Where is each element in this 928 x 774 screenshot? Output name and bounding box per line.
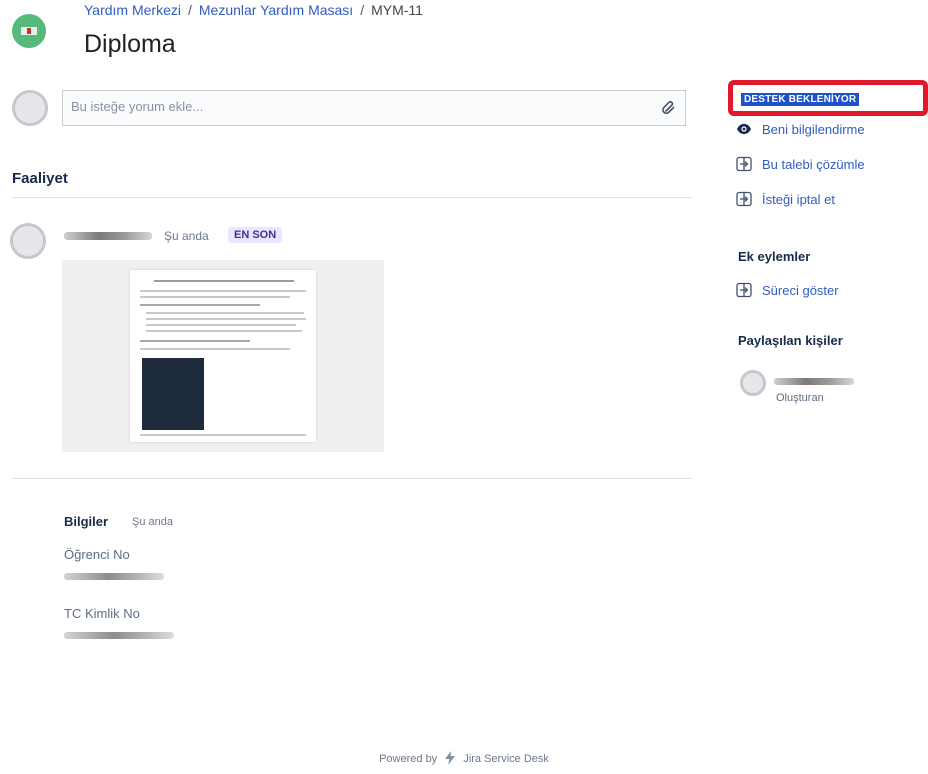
divider [12,197,692,198]
transition-icon [736,191,752,207]
info-timestamp: Şu anda [132,516,173,528]
shared-user-role: Oluşturan [776,392,824,404]
redacted-user-name [774,378,854,385]
redacted-field-value [64,573,164,580]
status-lozenge: DESTEK BEKLENİYOR [741,93,860,106]
activity-heading: Faaliyet [12,170,68,187]
action-label: Süreci göster [762,283,839,298]
powered-by-text: Powered by [379,753,438,765]
action-resolve-request[interactable]: Bu talebi çözümle [736,156,865,172]
redacted-field-value [64,632,174,639]
shared-with-heading: Paylaşılan kişiler [738,333,843,348]
transition-icon [736,156,752,172]
breadcrumb-issue-key: MYM-11 [371,2,423,18]
breadcrumb-separator: / [360,2,365,18]
jira-lightning-icon [445,751,456,765]
action-label: Beni bilgilendirme [762,122,865,137]
breadcrumb: Yardım Merkezi / Mezunlar Yardım Masası / MY… [84,2,423,18]
action-label: Bu talebi çözümle [762,157,865,172]
latest-badge: EN SON [228,227,283,243]
action-stop-notifications[interactable]: Beni bilgilendirme [736,121,865,137]
breadcrumb-help-center[interactable]: Yardım Merkezi [84,2,181,18]
flag-icon [21,27,37,35]
comment-box[interactable] [62,90,686,126]
author-avatar [10,223,46,259]
eye-icon [737,124,751,134]
comment-input[interactable] [71,99,631,114]
paperclip-icon[interactable] [661,100,677,116]
info-title: Bilgiler [64,514,109,529]
shared-user-avatar [740,370,766,396]
project-avatar[interactable] [12,14,46,48]
divider [12,478,692,479]
page-title: Diploma [84,30,176,58]
more-actions-heading: Ek eylemler [738,249,811,264]
field-label-student-no: Öğrenci No [64,547,130,562]
user-avatar [12,90,48,126]
product-name[interactable]: Jira Service Desk [463,753,549,765]
action-show-workflow[interactable]: Süreci göster [736,282,839,298]
breadcrumb-service-desk[interactable]: Mezunlar Yardım Masası [199,2,353,18]
redacted-author-name [64,232,152,240]
document-preview-image [130,270,316,442]
transition-icon [736,282,752,298]
breadcrumb-separator: / [187,2,192,18]
action-label: İsteği iptal et [762,192,835,207]
activity-timestamp: Şu anda [164,229,209,243]
action-cancel-request[interactable]: İsteği iptal et [736,191,835,207]
footer: Powered by Jira Service Desk [0,751,928,765]
attachment-thumbnail[interactable] [62,260,384,452]
field-label-tc-id-no: TC Kimlik No [64,606,140,621]
